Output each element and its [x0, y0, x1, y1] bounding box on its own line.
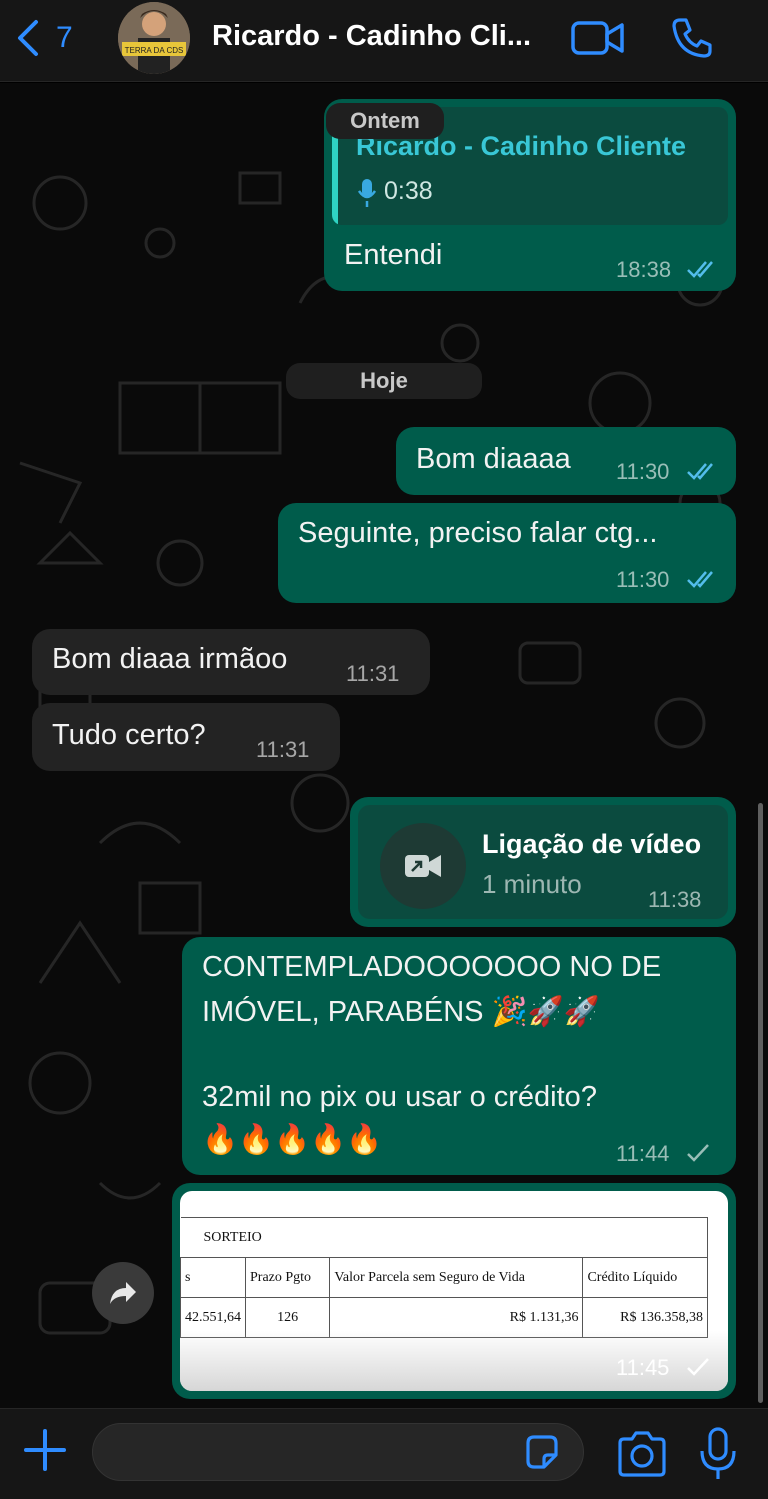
avatar[interactable]: TERRA DA CDS	[118, 2, 190, 74]
double-check-read-icon	[687, 261, 713, 278]
message-time: 11:44	[616, 1141, 670, 1166]
plus-icon[interactable]	[22, 1427, 68, 1473]
quoted-audio-duration: 0:38	[384, 177, 433, 205]
double-check-read-icon	[687, 571, 713, 588]
message-text: Bom diaaaa	[416, 443, 571, 475]
message-time: 11:31	[256, 737, 310, 762]
voice-call-button[interactable]	[664, 14, 720, 62]
message-text-line: 🔥🔥🔥🔥🔥	[202, 1124, 383, 1156]
call-duration: 1 minuto	[482, 869, 582, 899]
video-call-card[interactable]: Ligação de vídeo 1 minuto 11:38	[358, 805, 728, 919]
video-call-icon-circle	[380, 823, 466, 909]
camera-icon[interactable]	[616, 1431, 668, 1477]
input-bar	[0, 1408, 768, 1499]
message-text-line: CONTEMPLADOOOOOOO NO DE	[202, 951, 662, 983]
message-text-line: IMÓVEL, PARABÉNS 🎉🚀🚀	[202, 996, 600, 1028]
image-message-bubble[interactable]: SORTEIO s Prazo Pgto Valor Parcela sem S…	[172, 1183, 736, 1399]
message-time: 11:31	[346, 661, 400, 686]
video-camera-icon	[571, 21, 624, 55]
back-button[interactable]: 7	[14, 18, 73, 58]
document-header-cell: Prazo Pgto	[244, 1257, 331, 1298]
forward-button[interactable]	[92, 1262, 154, 1324]
message-text: Bom diaaa irmãoo	[52, 643, 288, 675]
message-bubble-incoming[interactable]: Tudo certo? 11:31	[32, 703, 340, 771]
document-header-cell: s	[180, 1257, 246, 1298]
document-table: SORTEIO s Prazo Pgto Valor Parcela sem S…	[180, 1217, 708, 1338]
date-separator-yesterday-overlay: Ontem	[326, 103, 444, 139]
message-bubble-outgoing[interactable]: Seguinte, preciso falar ctg... 11:30	[278, 503, 736, 603]
document-header-cell: Crédito Líquido	[582, 1257, 708, 1298]
avatar-caption: TERRA DA CDS	[125, 46, 184, 55]
document-header-cell: Valor Parcela sem Seguro de Vida	[329, 1257, 584, 1298]
message-text: Seguinte, preciso falar ctg...	[298, 517, 658, 549]
chat-header: 7 TERRA DA CDS Ricardo - Cadinho Cli...	[0, 0, 768, 82]
message-bubble-outgoing[interactable]: Bom diaaaa 11:30	[396, 427, 736, 495]
unread-count: 7	[56, 21, 73, 54]
message-time: 11:38	[648, 887, 702, 912]
message-time: 18:38	[616, 257, 672, 282]
message-bubble-incoming[interactable]: Bom diaaa irmãoo 11:31	[32, 629, 430, 695]
scrollbar[interactable]	[758, 803, 763, 1403]
date-separator-today: Hoje	[286, 363, 482, 399]
message-input[interactable]	[92, 1423, 584, 1481]
single-check-icon	[687, 1144, 709, 1162]
contact-name[interactable]: Ricardo - Cadinho Cli...	[212, 20, 531, 53]
sticker-icon[interactable]	[522, 1433, 562, 1473]
message-text: Tudo certo?	[52, 719, 206, 751]
video-call-bubble[interactable]: Ligação de vídeo 1 minuto 11:38	[350, 797, 736, 927]
message-text: Entendi	[344, 239, 443, 271]
message-text-line: 32mil no pix ou usar o crédito?	[202, 1081, 597, 1113]
message-list[interactable]: Ontem Ricardo - Cadinho Cliente 0:38 Ent…	[0, 83, 768, 1408]
chevron-left-icon	[18, 20, 38, 56]
document-section: SORTEIO	[204, 1217, 708, 1258]
microphone-icon	[358, 179, 376, 207]
message-time: 11:30	[616, 567, 670, 592]
video-call-button[interactable]	[570, 14, 626, 62]
single-check-icon	[687, 1358, 709, 1376]
document-image[interactable]: SORTEIO s Prazo Pgto Valor Parcela sem S…	[180, 1191, 728, 1391]
message-bubble-outgoing[interactable]: CONTEMPLADOOOOOOO NO DE IMÓVEL, PARABÉNS…	[182, 937, 736, 1175]
video-call-arrow-icon	[405, 855, 441, 877]
phone-icon	[672, 18, 712, 58]
microphone-icon[interactable]	[698, 1427, 738, 1481]
message-time: 11:30	[616, 459, 670, 484]
message-time: 11:45	[616, 1355, 670, 1380]
call-title: Ligação de vídeo	[482, 829, 702, 859]
double-check-read-icon	[687, 463, 713, 480]
forward-arrow-icon	[110, 1282, 136, 1304]
